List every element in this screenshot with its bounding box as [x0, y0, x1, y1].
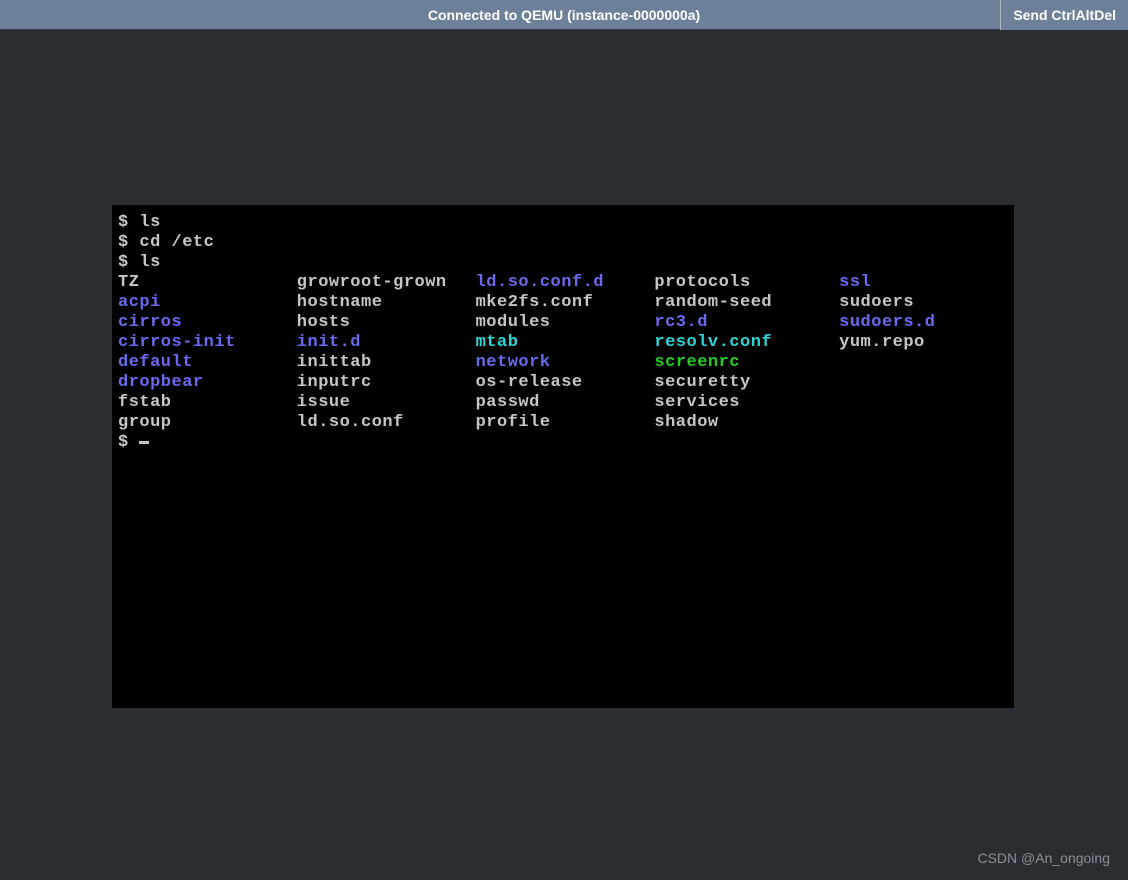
file-entry: hosts — [297, 313, 476, 333]
file-entry: sudoers — [839, 293, 1008, 313]
file-entry: fstab — [118, 393, 297, 413]
watermark-text: CSDN @An_ongoing — [977, 850, 1110, 866]
file-entry: growroot-grown — [297, 273, 476, 293]
connection-status: Connected to QEMU (instance-0000000a) — [428, 7, 700, 23]
ls-column: ld.so.conf.dmke2fs.confmodulesmtabnetwor… — [476, 273, 655, 433]
ls-output: TZacpicirroscirros-initdefaultdropbearfs… — [118, 273, 1008, 433]
file-entry: screenrc — [654, 353, 839, 373]
prompt-symbol: $ — [118, 433, 139, 452]
file-entry: rc3.d — [654, 313, 839, 333]
send-ctrlaltdel-button[interactable]: Send CtrlAltDel — [1000, 0, 1128, 30]
file-entry: ld.so.conf — [297, 413, 476, 433]
file-entry: random-seed — [654, 293, 839, 313]
file-entry: services — [654, 393, 839, 413]
cursor-icon — [139, 441, 149, 444]
terminal-line: $ cd /etc — [118, 233, 1008, 253]
file-entry: ssl — [839, 273, 1008, 293]
file-entry: shadow — [654, 413, 839, 433]
file-entry: init.d — [297, 333, 476, 353]
file-entry: cirros — [118, 313, 297, 333]
file-entry: ld.so.conf.d — [476, 273, 655, 293]
console-header: Connected to QEMU (instance-0000000a) Se… — [0, 0, 1128, 30]
file-entry: mke2fs.conf — [476, 293, 655, 313]
file-entry: group — [118, 413, 297, 433]
ls-column: growroot-grownhostnamehostsinit.dinittab… — [297, 273, 476, 433]
ls-column: TZacpicirroscirros-initdefaultdropbearfs… — [118, 273, 297, 433]
shell-prompt: $ — [118, 433, 1008, 453]
ls-column: protocolsrandom-seedrc3.dresolv.confscre… — [654, 273, 839, 433]
vnc-console[interactable]: $ ls $ cd /etc $ ls TZacpicirroscirros-i… — [112, 205, 1014, 708]
file-entry: mtab — [476, 333, 655, 353]
terminal-line: $ ls — [118, 213, 1008, 233]
ls-column: sslsudoerssudoers.dyum.repo — [839, 273, 1008, 433]
file-entry: securetty — [654, 373, 839, 393]
file-entry: passwd — [476, 393, 655, 413]
file-entry: default — [118, 353, 297, 373]
file-entry: cirros-init — [118, 333, 297, 353]
file-entry: TZ — [118, 273, 297, 293]
file-entry: inittab — [297, 353, 476, 373]
file-entry: profile — [476, 413, 655, 433]
file-entry: acpi — [118, 293, 297, 313]
file-entry: resolv.conf — [654, 333, 839, 353]
terminal-line: $ ls — [118, 253, 1008, 273]
file-entry: protocols — [654, 273, 839, 293]
file-entry: modules — [476, 313, 655, 333]
file-entry: sudoers.d — [839, 313, 1008, 333]
file-entry: network — [476, 353, 655, 373]
file-entry: hostname — [297, 293, 476, 313]
file-entry: inputrc — [297, 373, 476, 393]
file-entry: dropbear — [118, 373, 297, 393]
file-entry: os-release — [476, 373, 655, 393]
file-entry: yum.repo — [839, 333, 1008, 353]
file-entry: issue — [297, 393, 476, 413]
